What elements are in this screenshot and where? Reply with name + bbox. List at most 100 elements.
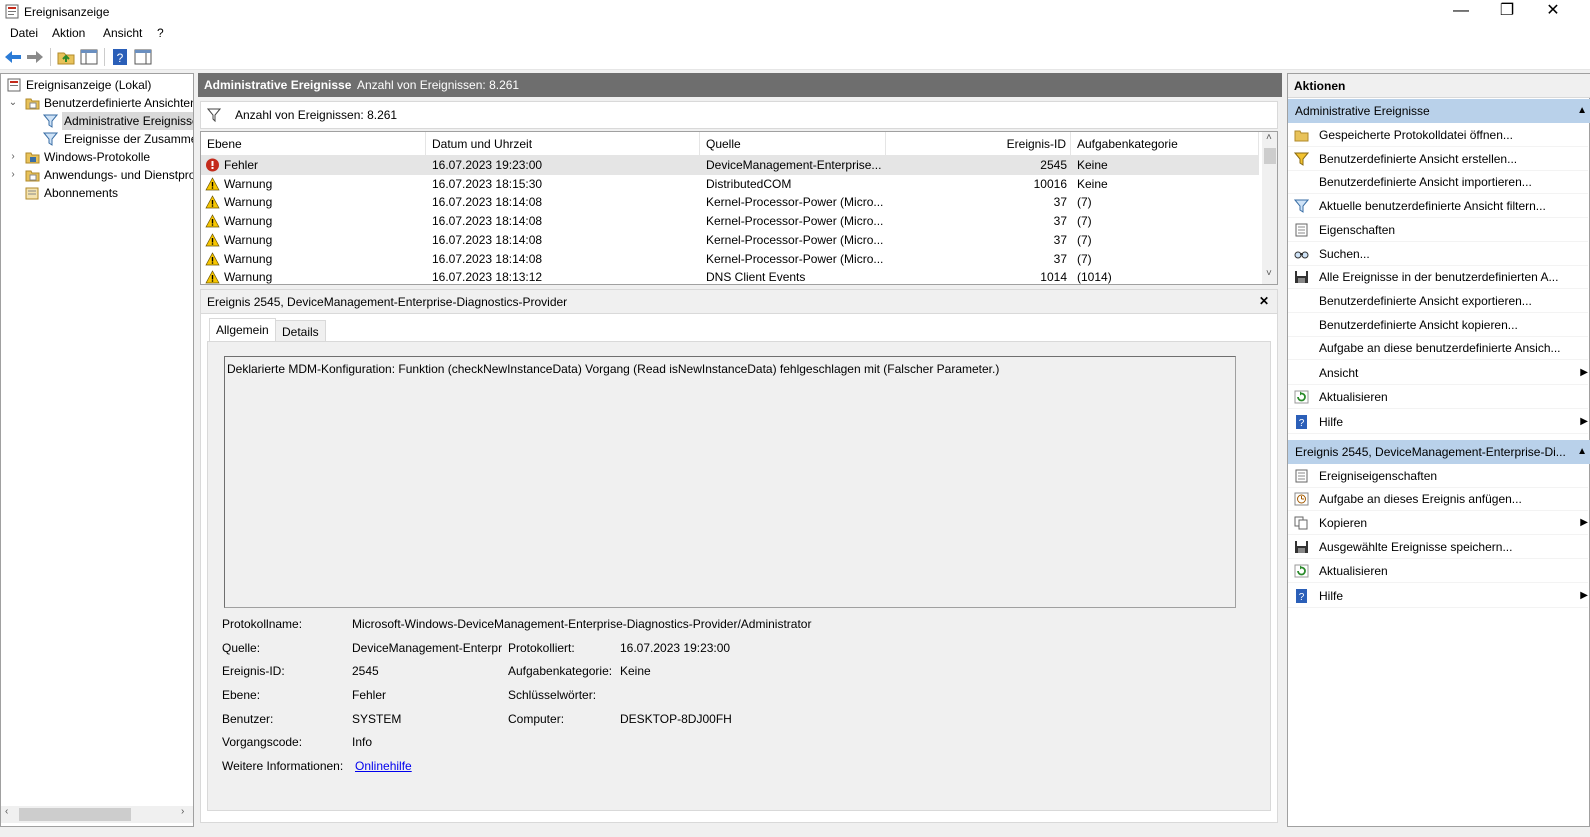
cell-date: 16.07.2023 18:14:08 bbox=[432, 251, 543, 266]
open-log-icon bbox=[1294, 130, 1309, 142]
submenu-arrow-icon: ▶ bbox=[1580, 517, 1588, 528]
scroll-up-icon[interactable]: ˄ bbox=[1266, 132, 1272, 143]
table-row[interactable]: Warnung 16.07.2023 18:14:08 Kernel-Process… bbox=[201, 250, 1259, 269]
tree-item-administrative-events[interactable]: Administrative Ereignisse bbox=[1, 112, 193, 130]
protokollname-value[interactable]: Microsoft-Windows-DeviceManagement-Enter… bbox=[352, 617, 811, 631]
action-benutzerdefinierte-ansicht-erstellen[interactable]: Benutzerdefinierte Ansicht erstellen... bbox=[1288, 147, 1588, 171]
cell-task-category: (7) bbox=[1077, 232, 1092, 247]
menu-aktion[interactable]: Aktion bbox=[52, 26, 85, 40]
action-alle-ereignisse-in-der-benutzerdefinierten-a[interactable]: Alle Ereignisse in der benutzerdefiniert… bbox=[1288, 265, 1588, 289]
action-ausgewählte-ereignisse-speichern[interactable]: Ausgewählte Ereignisse speichern... bbox=[1288, 535, 1588, 559]
scrollbar-thumb[interactable] bbox=[1264, 148, 1276, 164]
column-header-level[interactable]: Ebene bbox=[201, 132, 426, 156]
tab-allgemein[interactable]: Allgemein bbox=[209, 318, 276, 342]
tree-item-summary-events[interactable]: Ereignisse der Zusammenfassung bbox=[1, 130, 193, 148]
quelle-label: Quelle: bbox=[222, 641, 261, 655]
onlinehilfe-link[interactable]: Onlinehilfe bbox=[355, 759, 412, 773]
action-benutzerdefinierte-ansicht-exportieren[interactable]: Benutzerdefinierte Ansicht exportieren..… bbox=[1288, 289, 1588, 313]
collapse-icon[interactable]: ▲ bbox=[1577, 99, 1587, 123]
help-icon[interactable]: ? bbox=[110, 47, 130, 67]
tree-item-app-service-logs[interactable]: › Anwendungs- und Dienstprotokolle bbox=[1, 166, 193, 184]
table-row[interactable]: Warnung 16.07.2023 18:14:08 Kernel-Process… bbox=[201, 212, 1259, 231]
menu-datei[interactable]: Datei bbox=[10, 26, 38, 40]
table-row[interactable]: Fehler 16.07.2023 19:23:00 DeviceManagemen… bbox=[201, 156, 1259, 175]
ereignisid-value[interactable]: 2545 bbox=[352, 664, 379, 678]
action-label: Kopieren bbox=[1319, 516, 1368, 530]
folder-up-icon[interactable] bbox=[56, 47, 76, 67]
menu-ansicht[interactable]: Ansicht bbox=[103, 26, 142, 40]
action-aktualisieren[interactable]: Aktualisieren bbox=[1288, 559, 1588, 583]
tree-item-subscriptions[interactable]: Abonnements bbox=[1, 184, 193, 202]
filter-count: Anzahl von Ereignissen: 8.261 bbox=[235, 108, 398, 122]
computer-value[interactable]: DESKTOP-8DJ00FH bbox=[620, 712, 732, 726]
benutzer-value[interactable]: SYSTEM bbox=[352, 712, 401, 726]
event-message[interactable]: Deklarierte MDM-Konfiguration: Funktion … bbox=[224, 356, 1236, 608]
cell-event-id: 10016 bbox=[1033, 176, 1067, 191]
action-ansicht[interactable]: Ansicht ▶ bbox=[1288, 361, 1588, 385]
tree-horizontal-scrollbar[interactable]: ‹ › bbox=[1, 806, 193, 823]
scroll-left-icon[interactable]: ‹ bbox=[5, 806, 8, 817]
action-benutzerdefinierte-ansicht-importieren[interactable]: Benutzerdefinierte Ansicht importieren..… bbox=[1288, 170, 1588, 194]
chevron-down-icon[interactable]: ⌄ bbox=[8, 94, 18, 112]
vorgangscode-value[interactable]: Info bbox=[352, 735, 372, 749]
menu-help[interactable]: ? bbox=[157, 26, 164, 40]
tree-label: Abonnements bbox=[44, 186, 119, 200]
filter-icon bbox=[1294, 199, 1309, 213]
collapse-icon[interactable]: ▲ bbox=[1577, 440, 1587, 464]
protokolliert-value[interactable]: 16.07.2023 19:23:00 bbox=[620, 641, 730, 655]
table-row[interactable]: Warnung 16.07.2023 18:14:08 Kernel-Process… bbox=[201, 231, 1259, 250]
warning-icon bbox=[205, 233, 220, 247]
action-aktualisieren[interactable]: Aktualisieren bbox=[1288, 385, 1588, 409]
tab-details[interactable]: Details bbox=[275, 320, 326, 342]
action-label: Aufgabe an diese benutzerdefinierte Ansi… bbox=[1319, 341, 1561, 355]
maximize-button[interactable]: ❐ bbox=[1484, 0, 1530, 24]
column-header-source[interactable]: Quelle bbox=[700, 132, 886, 156]
ebene-value[interactable]: Fehler bbox=[352, 688, 386, 702]
action-ereigniseigenschaften[interactable]: Ereigniseigenschaften bbox=[1288, 464, 1588, 488]
action-hilfe[interactable]: ? Hilfe ▶ bbox=[1288, 584, 1588, 608]
find-icon bbox=[1294, 251, 1309, 259]
scrollbar-thumb[interactable] bbox=[19, 808, 131, 821]
close-icon[interactable]: ✕ bbox=[1259, 294, 1269, 308]
quelle-value[interactable]: DeviceManagement-Enterpr bbox=[352, 641, 502, 655]
action-benutzerdefinierte-ansicht-kopieren[interactable]: Benutzerdefinierte Ansicht kopieren... bbox=[1288, 313, 1588, 337]
forward-icon[interactable] bbox=[25, 47, 45, 67]
table-row[interactable]: Warnung 16.07.2023 18:13:12 DNS Client Eve… bbox=[201, 268, 1259, 284]
action-hilfe[interactable]: ? Hilfe ▶ bbox=[1288, 410, 1588, 434]
action-label: Ansicht bbox=[1319, 366, 1359, 380]
show-hide-console-tree-icon[interactable] bbox=[79, 47, 99, 67]
column-header-date[interactable]: Datum und Uhrzeit bbox=[426, 132, 700, 156]
submenu-arrow-icon: ▶ bbox=[1580, 416, 1588, 427]
tree-label: Benutzerdefinierte Ansichten bbox=[44, 96, 194, 110]
title-bar: Ereignisanzeige — ❐ ✕ bbox=[0, 0, 1590, 24]
action-aktuelle-benutzerdefinierte-ansicht-filtern[interactable]: Aktuelle benutzerdefinierte Ansicht filt… bbox=[1288, 194, 1588, 218]
scroll-right-icon[interactable]: › bbox=[181, 806, 184, 817]
actions-section-header-event[interactable]: Ereignis 2545, DeviceManagement-Enterpri… bbox=[1288, 440, 1590, 464]
action-suchen[interactable]: Suchen... bbox=[1288, 242, 1588, 266]
action-gespeicherte-protokolldatei-öffnen[interactable]: Gespeicherte Protokolldatei öffnen... bbox=[1288, 123, 1588, 147]
events-vertical-scrollbar[interactable]: ˄ ˅ bbox=[1262, 132, 1277, 284]
chevron-right-icon[interactable]: › bbox=[8, 166, 18, 184]
back-icon[interactable] bbox=[3, 47, 23, 67]
actions-section-header-view[interactable]: Administrative Ereignisse ▲ bbox=[1288, 99, 1590, 123]
action-aufgabe-an-dieses-ereignis-anfügen[interactable]: Aufgabe an dieses Ereignis anfügen... bbox=[1288, 487, 1588, 511]
chevron-right-icon[interactable]: › bbox=[8, 148, 18, 166]
show-hide-action-pane-icon[interactable] bbox=[133, 47, 153, 67]
table-row[interactable]: Warnung 16.07.2023 18:14:08 Kernel-Process… bbox=[201, 193, 1259, 212]
action-eigenschaften[interactable]: Eigenschaften bbox=[1288, 218, 1588, 242]
tree-item-custom-views[interactable]: ⌄ Benutzerdefinierte Ansichten bbox=[1, 94, 194, 112]
action-kopieren[interactable]: Kopieren ▶ bbox=[1288, 511, 1588, 535]
column-header-event-id[interactable]: Ereignis-ID bbox=[886, 132, 1071, 156]
minimize-button[interactable]: — bbox=[1438, 0, 1484, 24]
action-aufgabe-an-diese-benutzerdefinierte-ansich[interactable]: Aufgabe an diese benutzerdefinierte Ansi… bbox=[1288, 336, 1588, 360]
action-label: Aufgabe an dieses Ereignis anfügen... bbox=[1319, 492, 1522, 506]
aufgabenkategorie-value[interactable]: Keine bbox=[620, 664, 651, 678]
close-button[interactable]: ✕ bbox=[1530, 0, 1576, 24]
table-row[interactable]: Warnung 16.07.2023 18:15:30 DistributedCOM… bbox=[201, 175, 1259, 194]
tree-label: Administrative Ereignisse bbox=[62, 112, 193, 130]
tree-item-event-viewer-local[interactable]: Ereignisanzeige (Lokal) bbox=[1, 76, 193, 94]
tree-item-windows-logs[interactable]: › Windows-Protokolle bbox=[1, 148, 193, 166]
scroll-down-icon[interactable]: ˅ bbox=[1266, 268, 1272, 279]
column-header-task-category[interactable]: Aufgabenkategorie bbox=[1071, 132, 1259, 156]
cell-task-category: Keine bbox=[1077, 158, 1108, 172]
